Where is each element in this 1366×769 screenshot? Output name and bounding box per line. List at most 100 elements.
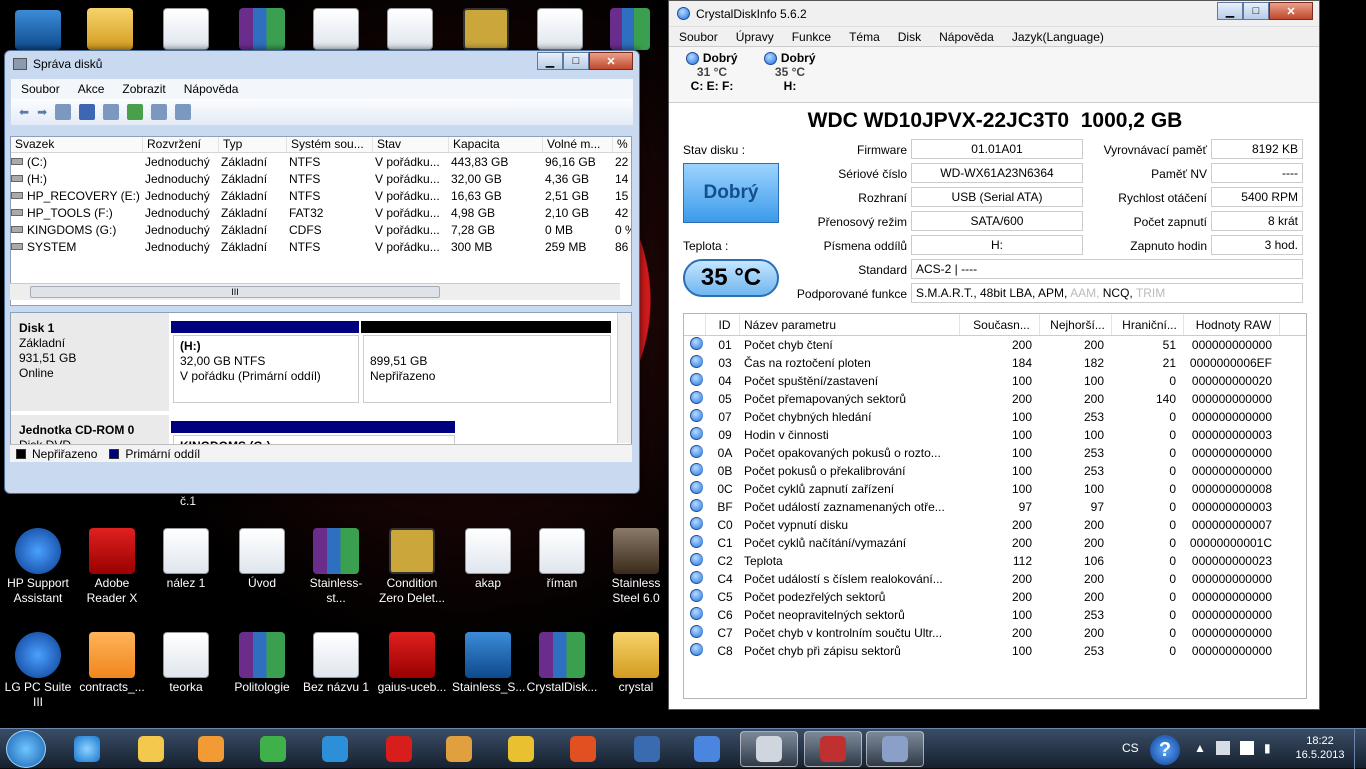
flag-icon[interactable] [1240, 741, 1254, 755]
taskbar-button[interactable] [370, 731, 428, 767]
partition-h[interactable]: (H:) 32,00 GB NTFS V pořádku (Primární o… [173, 335, 359, 403]
menu-item[interactable]: Nápověda [939, 30, 994, 44]
smart-row[interactable]: C7 Počet chyb v kontrolním součtu Ultr...… [684, 624, 1306, 642]
smart-row[interactable]: C8 Počet chyb při zápisu sektorů 100 253 0 00… [684, 642, 1306, 660]
word-desktop-icon[interactable] [374, 8, 446, 52]
folder-desktop-icon[interactable] [74, 8, 146, 52]
taskbar-button[interactable] [740, 731, 798, 767]
desktop-icon[interactable]: CrystalDisk... [526, 632, 598, 695]
desktop-icon[interactable]: teorka [150, 632, 222, 695]
table-row[interactable]: (C:) Jednoduchý Základní NTFS V pořádku... 44… [11, 153, 631, 170]
column-header[interactable]: Svazek [11, 137, 143, 152]
desktop-icon[interactable]: crystal [600, 632, 672, 695]
lang-indicator[interactable]: CS [1122, 741, 1139, 755]
internet-explorer-icon[interactable] [58, 731, 116, 767]
desktop-icon[interactable]: Adobe Reader X [76, 528, 148, 606]
cdi-minimize-button[interactable]: ▁ [1217, 2, 1243, 20]
smart-row[interactable]: C2 Teplota 112 106 0 000000000023 [684, 552, 1306, 570]
horizontal-scrollbar[interactable]: III [10, 283, 620, 300]
volume-list[interactable]: Svazek Rozvržení Typ Systém sou... Stav Kapac… [10, 136, 632, 306]
menu-item[interactable]: Soubor [679, 30, 718, 44]
taskbar-button[interactable] [618, 731, 676, 767]
signal-icon[interactable]: ▮ [1264, 741, 1271, 755]
smart-row[interactable]: C1 Počet cyklů načítání/vymazání 200 200 0 00… [684, 534, 1306, 552]
rescan-icon[interactable] [175, 104, 192, 120]
menu-item[interactable]: Téma [849, 30, 880, 44]
taskbar-button[interactable] [306, 731, 364, 767]
smart-column-header[interactable]: Současn... [960, 314, 1040, 335]
column-header[interactable]: Typ [219, 137, 287, 152]
smart-row[interactable]: 07 Počet chybných hledání 100 253 0 000000000… [684, 408, 1306, 426]
desktop-icon[interactable]: Stainless Steel 6.0 [600, 528, 672, 606]
smart-row[interactable]: 09 Hodin v činnosti 100 100 0 000000000003 [684, 426, 1306, 444]
smart-row[interactable]: C6 Počet neopravitelných sektorů 100 253 0 00… [684, 606, 1306, 624]
smart-row[interactable]: C5 Počet podezřelých sektorů 200 200 0 000000… [684, 588, 1306, 606]
desktop-icon[interactable]: contracts_... [76, 632, 148, 695]
properties-icon[interactable] [103, 104, 120, 120]
smart-row[interactable]: C0 Počet vypnutí disku 200 200 0 000000000007 [684, 516, 1306, 534]
table-row[interactable]: KINGDOMS (G:) Jednoduchý Základní CDFS V poř… [11, 221, 631, 238]
column-header[interactable]: Stav [373, 137, 449, 152]
rar-desktop-icon[interactable] [600, 8, 660, 52]
desktop-icon[interactable]: LG PC Suite III [2, 632, 74, 710]
forward-icon[interactable]: ➡ [37, 105, 47, 119]
word-desktop-icon[interactable] [300, 8, 372, 52]
drive-1-tab[interactable]: Dobrý 31 °C C: E: F: [677, 51, 747, 93]
smart-row[interactable]: 0A Počet opakovaných pokusů o rozto... 100… [684, 444, 1306, 462]
desktop-icon[interactable]: Bez názvu 1 [300, 632, 372, 695]
menu-item[interactable]: Zobrazit [122, 82, 165, 96]
disk-graph-area[interactable]: Disk 1 Základní 931,51 GB Online (H:) 32… [10, 312, 632, 462]
smart-column-header[interactable]: ID [706, 314, 740, 335]
smart-column-header[interactable]: Nejhorší... [1040, 314, 1112, 335]
menu-item[interactable]: Nápověda [184, 82, 239, 96]
smart-row[interactable]: 0C Počet cyklů zapnutí zařízení 100 100 0 000… [684, 480, 1306, 498]
settings-icon[interactable] [151, 104, 168, 120]
disk1-label[interactable]: Disk 1 Základní 931,51 GB Online [11, 313, 169, 411]
table-row[interactable]: HP_RECOVERY (E:) Jednoduchý Základní NTFS V … [11, 187, 631, 204]
smart-row[interactable]: 04 Počet spuštění/zastavení 100 100 0 0000000… [684, 372, 1306, 390]
smart-row[interactable]: C4 Počet událostí s číslem realokování...… [684, 570, 1306, 588]
smart-column-header[interactable]: Název parametru [740, 314, 960, 335]
show-desktop-button[interactable] [1354, 729, 1366, 769]
desktop-icon[interactable]: Stainless_S... [452, 632, 525, 695]
taskbar-button[interactable] [122, 731, 180, 767]
desktop-icon[interactable]: Stainless-st... [300, 528, 372, 606]
back-icon[interactable]: ⬅ [19, 105, 29, 119]
column-header[interactable]: Volné m... [543, 137, 613, 152]
table-row[interactable]: SYSTEM Jednoduchý Základní NTFS V pořádku...… [11, 238, 631, 255]
word-desktop-icon[interactable] [524, 8, 596, 52]
tray-expand-icon[interactable]: ▲ [1194, 741, 1206, 755]
graph-vscroll[interactable] [617, 313, 631, 443]
crystaldiskinfo-window[interactable]: CrystalDiskInfo 5.6.2 ▁ □ ✕ Soubor Úpravy… [668, 0, 1320, 710]
taskbar-button[interactable] [430, 731, 488, 767]
smart-row[interactable]: 05 Počet přemapovaných sektorů 200 200 140 00… [684, 390, 1306, 408]
help-tray-icon[interactable]: ? [1150, 735, 1180, 765]
desktop-icon[interactable]: nález 1 [150, 528, 222, 591]
taskbar-button[interactable] [244, 731, 302, 767]
desktop-icon[interactable]: HP Support Assistant [2, 528, 74, 606]
menu-item[interactable]: Funkce [792, 30, 831, 44]
smart-column-header[interactable]: Hraniční... [1112, 314, 1184, 335]
menu-item[interactable]: Akce [78, 82, 105, 96]
desktop-icon[interactable]: říman [526, 528, 598, 591]
menu-item[interactable]: Soubor [21, 82, 60, 96]
scroll-thumb[interactable]: III [30, 286, 440, 298]
rar-desktop-icon[interactable] [226, 8, 298, 52]
menu-item[interactable]: Disk [898, 30, 921, 44]
drive-2-tab[interactable]: Dobrý 35 °C H: [755, 51, 825, 93]
help-icon[interactable] [79, 104, 96, 120]
computer-desktop-icon[interactable] [2, 10, 74, 52]
taskbar-button[interactable] [182, 731, 240, 767]
cdi-maximize-button[interactable]: □ [1243, 2, 1269, 20]
smart-row[interactable]: 0B Počet pokusů o překalibrování 100 253 0 00… [684, 462, 1306, 480]
cdi-close-button[interactable]: ✕ [1269, 2, 1313, 20]
clock[interactable]: 18:22 16.5.2013 [1290, 734, 1350, 762]
desktop-icon[interactable]: akap [452, 528, 524, 591]
taskbar-button[interactable] [804, 731, 862, 767]
taskbar-button[interactable] [866, 731, 924, 767]
cdi-titlebar[interactable]: CrystalDiskInfo 5.6.2 ▁ □ ✕ [669, 1, 1319, 27]
desktop-icon[interactable]: Politologie [226, 632, 298, 695]
counter-strike-desktop-icon[interactable] [450, 8, 522, 52]
desktop-icon[interactable]: Úvod [226, 528, 298, 591]
table-row[interactable]: HP_TOOLS (F:) Jednoduchý Základní FAT32 V po… [11, 204, 631, 221]
